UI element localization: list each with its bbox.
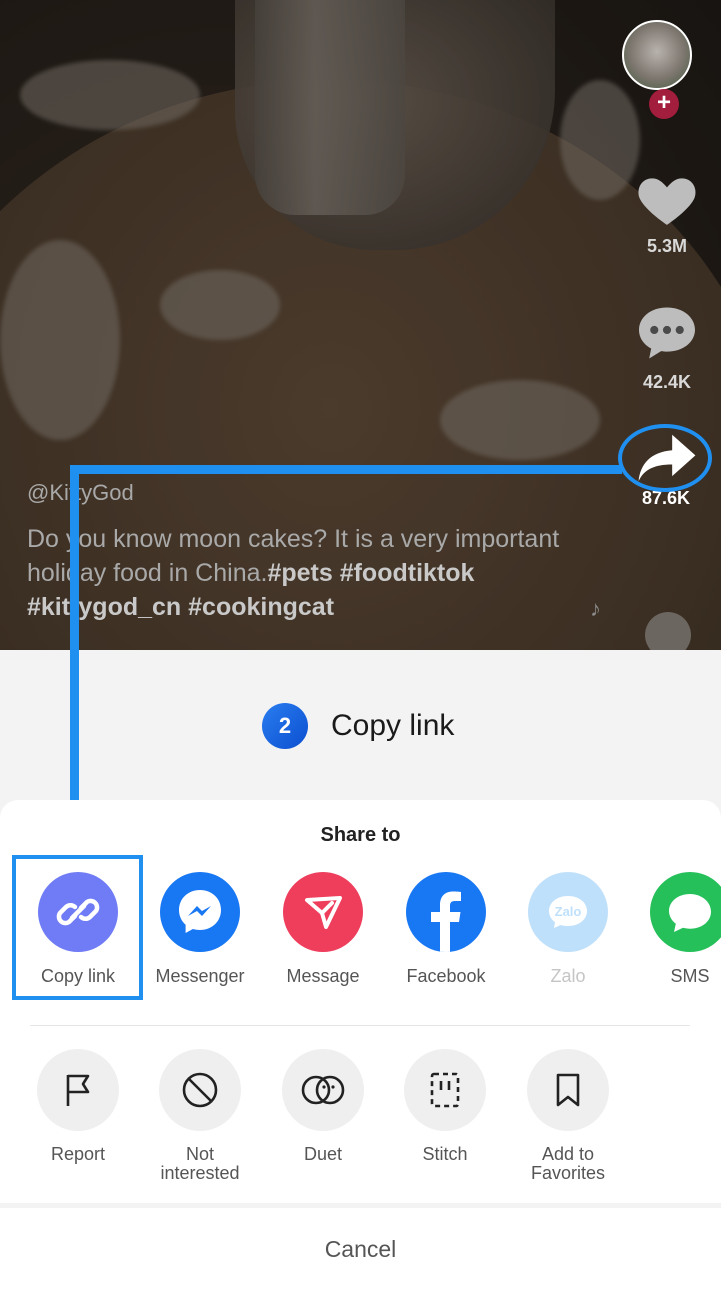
- send-icon: [283, 872, 363, 952]
- flag-icon: [37, 1049, 119, 1131]
- share-label: Facebook: [406, 966, 486, 986]
- action-not-interested[interactable]: Not interested: [140, 1049, 260, 1183]
- share-facebook[interactable]: Facebook: [390, 872, 502, 987]
- annotation-arrow-horizontal: [70, 465, 622, 474]
- action-duet[interactable]: Duet: [263, 1049, 383, 1164]
- action-label: Duet: [303, 1144, 343, 1164]
- share-label: Message: [286, 966, 360, 986]
- action-label: Add to Favorites: [530, 1144, 606, 1183]
- sheet-bottom-divider: [0, 1203, 721, 1208]
- comments-count: 42.4K: [642, 372, 692, 392]
- duet-icon: [282, 1049, 364, 1131]
- sheet-divider: [30, 1025, 690, 1026]
- comment-icon[interactable]: [636, 305, 698, 361]
- share-message[interactable]: Message: [267, 872, 379, 987]
- share-label: SMS: [670, 966, 710, 986]
- copy-link-highlight: [12, 855, 143, 1000]
- creator-avatar[interactable]: [622, 20, 692, 90]
- action-report[interactable]: Report: [18, 1049, 138, 1164]
- facebook-icon: [406, 872, 486, 952]
- svg-text:Zalo: Zalo: [555, 904, 582, 919]
- video-caption: Do you know moon cakes? It is a very imp…: [27, 522, 567, 624]
- share-zalo[interactable]: Zalo Zalo: [512, 872, 624, 987]
- music-disc[interactable]: [645, 612, 691, 650]
- block-icon: [159, 1049, 241, 1131]
- zalo-icon: Zalo: [528, 872, 608, 952]
- follow-plus-icon[interactable]: +: [649, 89, 679, 119]
- likes-count: 5.3M: [646, 236, 688, 256]
- share-sheet-title: Share to: [320, 824, 401, 846]
- action-label: Stitch: [422, 1144, 468, 1164]
- share-sms[interactable]: SMS: [634, 872, 721, 987]
- step-number-badge: 2: [262, 703, 308, 749]
- sms-icon: [650, 872, 721, 952]
- heart-icon[interactable]: [636, 170, 698, 228]
- video-author[interactable]: @KittyGod: [27, 480, 134, 506]
- share-label: Messenger: [155, 966, 245, 986]
- cancel-button[interactable]: Cancel: [0, 1236, 721, 1263]
- video-player[interactable]: + 5.3M 42.4K @KittyGod Do you know moon …: [0, 0, 721, 650]
- action-label: Report: [50, 1144, 106, 1164]
- action-stitch[interactable]: Stitch: [385, 1049, 505, 1164]
- music-note-icon: ♪: [590, 596, 601, 621]
- share-button-highlight: [618, 424, 712, 492]
- messenger-icon: [160, 872, 240, 952]
- annotation-arrow-vertical: [70, 465, 79, 825]
- stitch-icon: [404, 1049, 486, 1131]
- share-label: Zalo: [550, 966, 586, 986]
- step-text: Copy link: [331, 709, 455, 742]
- step-label: 2 Copy link: [262, 703, 454, 749]
- share-messenger[interactable]: Messenger: [144, 872, 256, 987]
- action-add-to-favorites[interactable]: Add to Favorites: [508, 1049, 628, 1183]
- action-label: Not interested: [160, 1144, 240, 1183]
- bookmark-icon: [527, 1049, 609, 1131]
